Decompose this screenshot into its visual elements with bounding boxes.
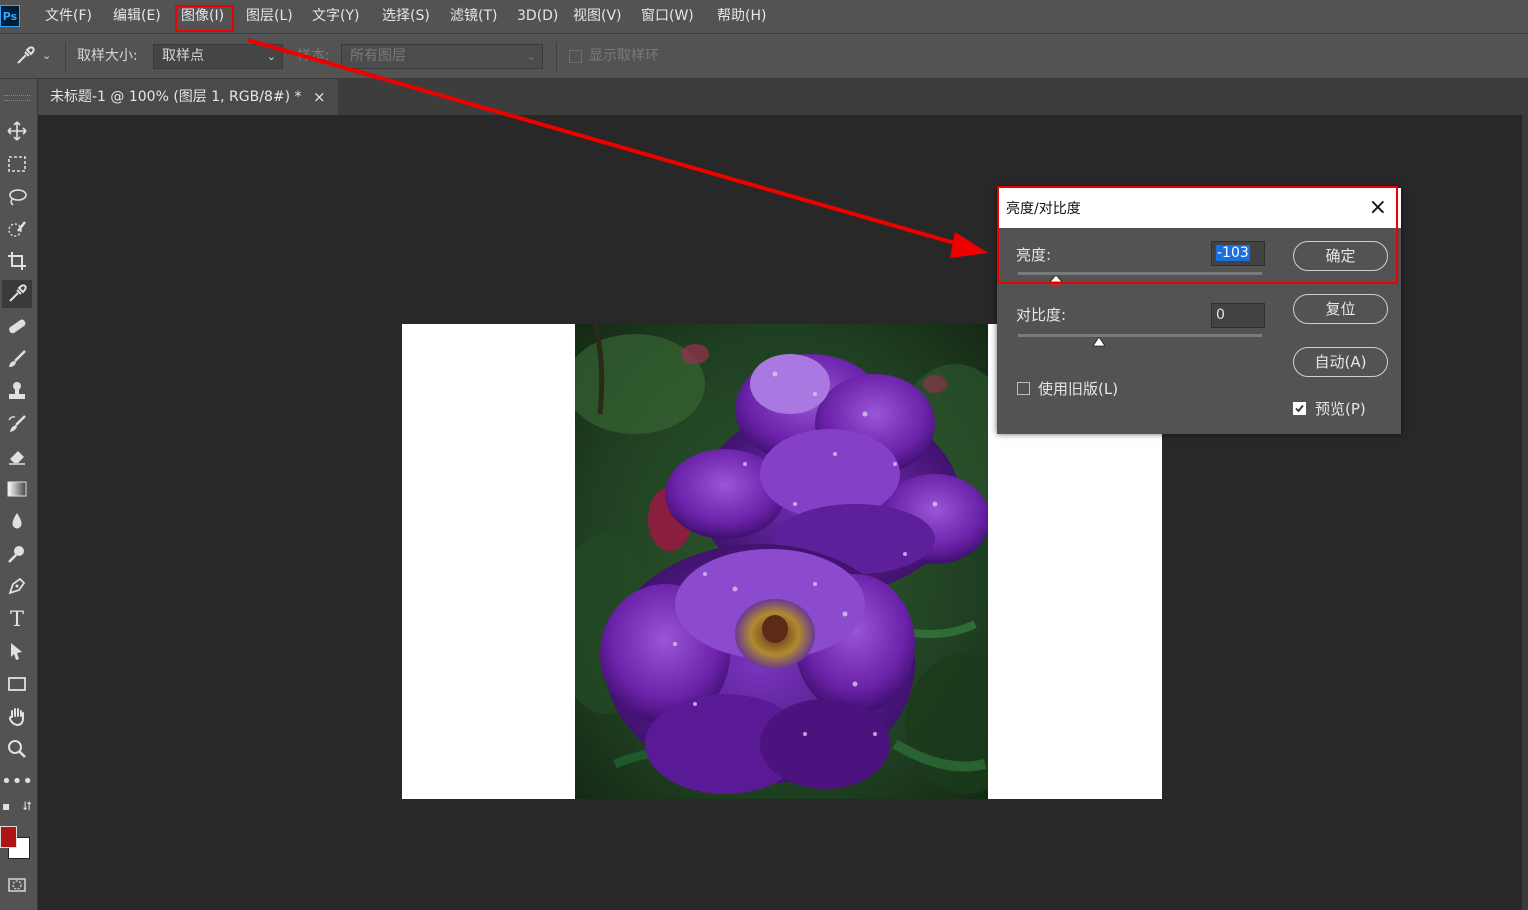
annotation-arrow (247, 38, 988, 258)
